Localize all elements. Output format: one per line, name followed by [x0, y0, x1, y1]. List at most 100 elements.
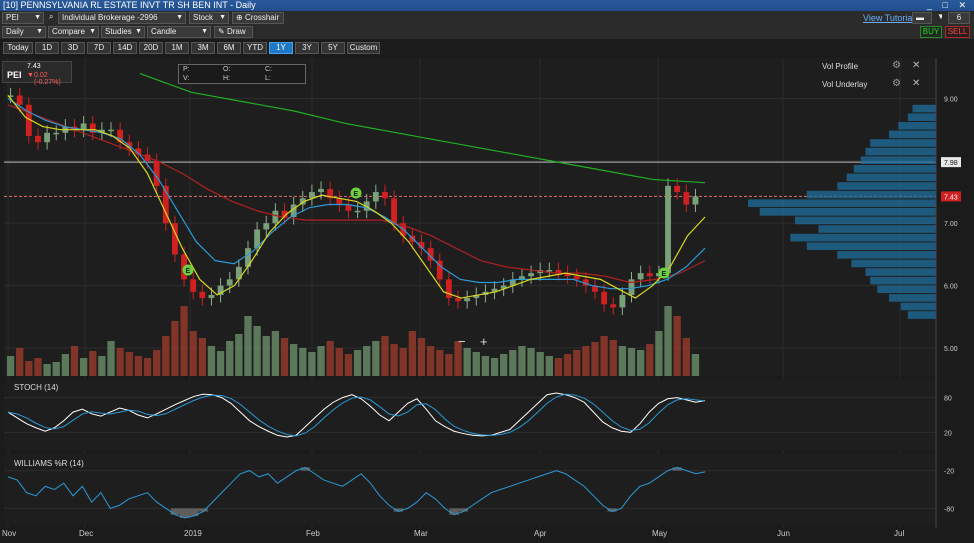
- chevron-down-icon[interactable]: ▼: [934, 12, 942, 24]
- close-icon[interactable]: ✕: [912, 60, 920, 71]
- volume-bar: [518, 346, 526, 376]
- quote-last: 7.43: [27, 63, 41, 70]
- candle: [318, 188, 324, 193]
- volume-bar: [34, 358, 42, 376]
- symbol-input[interactable]: PEI ▼: [2, 12, 44, 24]
- range-button-7d[interactable]: 7D: [87, 42, 111, 54]
- gear-icon[interactable]: ⚙: [892, 60, 901, 71]
- volume-bar: [299, 348, 307, 376]
- candle: [445, 279, 452, 299]
- volume-bar: [636, 350, 645, 376]
- num-charts-input[interactable]: 6: [948, 12, 970, 24]
- quote-symbol: PEI: [7, 70, 22, 80]
- volume-bar: [554, 358, 563, 376]
- volume-bar: [609, 340, 617, 376]
- chevron-down-icon: ▼: [201, 28, 208, 35]
- chevron-down-icon: ▼: [135, 28, 142, 35]
- volume-profile-bar: [846, 173, 936, 182]
- candle: [610, 304, 617, 308]
- volume-bar: [171, 321, 179, 376]
- volume-bar: [289, 344, 298, 376]
- range-button-5y[interactable]: 5Y: [321, 42, 345, 54]
- volume-bar: [344, 354, 353, 376]
- ohlc-readout: P: O: C: V: H: L:: [178, 64, 306, 84]
- volume-bar: [180, 306, 188, 376]
- gear-icon[interactable]: ⚙: [892, 78, 901, 89]
- range-button-today[interactable]: Today: [3, 42, 33, 54]
- crosshair-button[interactable]: ⊕ Crosshair: [232, 12, 284, 24]
- candle: [354, 210, 361, 213]
- volume-bar: [490, 358, 499, 376]
- candle: [646, 273, 653, 277]
- volume-bar: [582, 346, 590, 376]
- window-title: [10] PENNSYLVANIA RL ESTATE INVT TR SH B…: [3, 0, 256, 10]
- vol-underlay-label: Vol Underlay: [822, 80, 868, 89]
- zoom-in-button[interactable]: +: [480, 334, 488, 349]
- search-icon[interactable]: ⌕: [46, 12, 58, 24]
- volume-bar: [134, 356, 143, 376]
- candle: [190, 279, 197, 292]
- chevron-down-icon: ▼: [34, 14, 41, 21]
- range-button-ytd[interactable]: YTD: [243, 42, 267, 54]
- ohlc-c-label: C:: [265, 66, 272, 73]
- candle: [573, 276, 580, 280]
- volume-bar: [89, 351, 97, 376]
- volume-profile-bar: [870, 139, 936, 147]
- volume-profile-bar: [790, 233, 936, 242]
- volume-profile-bar: [818, 225, 936, 233]
- volume-profile-bar: [865, 147, 936, 156]
- x-axis-label: Apr: [534, 529, 547, 538]
- williams-tick-label: -80: [944, 506, 954, 513]
- volume-profile-bar: [853, 164, 936, 173]
- quote-change: 0.02 (-0.27%): [34, 72, 61, 86]
- volume-bar: [573, 350, 581, 376]
- layout-select[interactable]: ▬: [912, 12, 932, 24]
- price-chart[interactable]: 9.008.007.006.005.00EEE7.987.438020-20-8…: [0, 57, 974, 543]
- range-button-3d[interactable]: 3D: [61, 42, 85, 54]
- volume-bar: [216, 351, 225, 376]
- volume-bar: [162, 336, 170, 376]
- range-button-3y[interactable]: 3Y: [295, 42, 319, 54]
- range-button-14d[interactable]: 14D: [113, 42, 137, 54]
- window-controls[interactable]: _ □ ✕: [927, 0, 970, 11]
- type-select[interactable]: Stock ▼: [189, 12, 229, 24]
- range-button-custom[interactable]: Custom: [347, 42, 380, 54]
- draw-button[interactable]: ✎ Draw: [214, 26, 253, 38]
- volume-bar: [207, 346, 216, 376]
- range-button-1y[interactable]: 1Y: [269, 42, 293, 54]
- volume-profile-bar: [851, 259, 936, 268]
- volume-bar: [353, 350, 362, 376]
- ohlc-h-label: H:: [223, 75, 230, 82]
- williams-oversold-fill: [170, 508, 180, 515]
- buy-button[interactable]: BUY: [920, 26, 942, 38]
- ohlc-o-label: O:: [223, 66, 231, 73]
- volume-bar: [655, 331, 663, 376]
- volume-profile-bar: [837, 251, 936, 259]
- view-tutorial-link[interactable]: View Tutorial: [863, 13, 914, 23]
- volume-bar: [417, 338, 426, 376]
- account-select[interactable]: Individual Brokerage -2996 ▼: [58, 12, 186, 24]
- candle: [372, 192, 379, 202]
- volume-bar: [61, 354, 70, 376]
- range-button-6m[interactable]: 6M: [217, 42, 241, 54]
- range-button-1d[interactable]: 1D: [35, 42, 59, 54]
- toolbar-secondary: Daily ▼ Compare ▼ Studies ▼ Candle ▼ ✎ Draw …: [0, 25, 974, 39]
- candle: [263, 223, 270, 230]
- chart-style-select[interactable]: Candle ▼: [147, 26, 211, 38]
- volume-bar: [143, 358, 152, 376]
- range-button-1m[interactable]: 1M: [165, 42, 189, 54]
- sell-button[interactable]: SELL: [945, 26, 970, 38]
- volume-profile-bar: [795, 216, 936, 225]
- close-icon[interactable]: ✕: [912, 78, 920, 89]
- candle: [601, 291, 608, 305]
- volume-bar: [426, 346, 435, 376]
- interval-select[interactable]: Daily ▼: [2, 26, 46, 38]
- volume-bar: [52, 362, 60, 376]
- zoom-out-button[interactable]: −: [458, 334, 466, 349]
- studies-select[interactable]: Studies ▼: [101, 26, 145, 38]
- range-button-20d[interactable]: 20D: [139, 42, 163, 54]
- compare-select[interactable]: Compare ▼: [48, 26, 99, 38]
- range-button-3m[interactable]: 3M: [191, 42, 215, 54]
- down-arrow-icon: ▼: [27, 72, 34, 79]
- volume-bar: [43, 364, 51, 376]
